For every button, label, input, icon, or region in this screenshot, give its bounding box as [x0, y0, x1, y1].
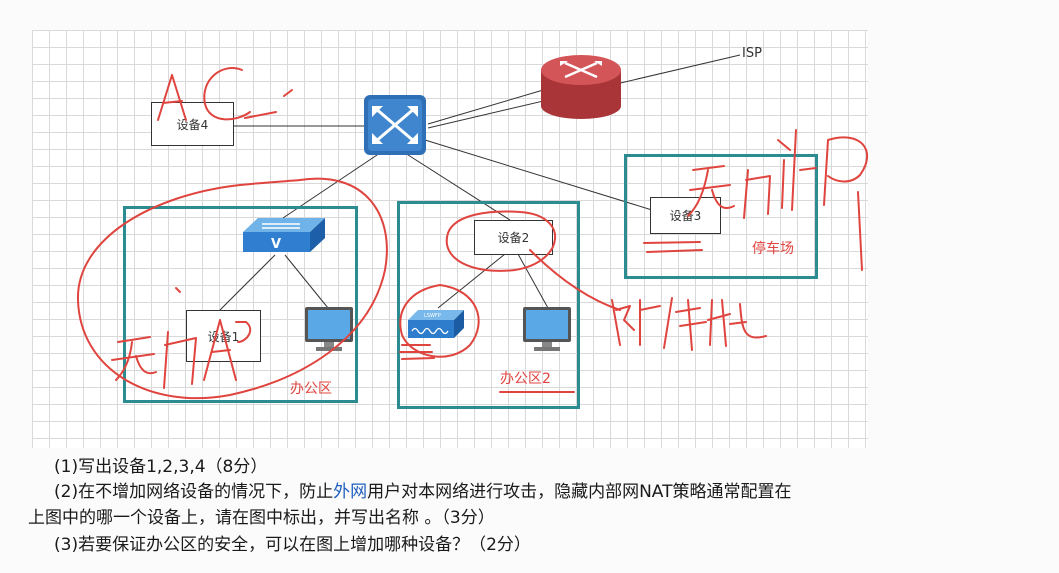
edge-router-icon [541, 55, 621, 119]
question-2-text-after: 用户对本网络进行攻击，隐藏内部网NAT策略通常配置在 [367, 482, 792, 502]
device3-box: 设备3 [650, 197, 721, 234]
core-router-icon [364, 95, 426, 155]
zone-office [123, 206, 358, 403]
zone-office-label: 办公区 [290, 381, 332, 397]
link-core-device3 [424, 139, 653, 211]
question-2-line2: 上图中的哪一个设备上，请在图中标出，并写出名称 。（3分） [28, 506, 495, 530]
device4-box: 设备4 [151, 102, 234, 146]
zone-parking-label: 停车场 [752, 241, 794, 257]
outer-network-link[interactable]: 外网 [333, 482, 367, 502]
question-1: (1)写出设备1,2,3,4（8分） [54, 455, 267, 479]
link-core-router [427, 87, 551, 125]
question-3: (3)若要保证办公区的安全，可以在图上增加哪种设备？（2分） [54, 533, 531, 557]
question-2: (2)在不增加网络设备的情况下，防止外网用户对本网络进行攻击，隐藏内部网NAT策… [54, 480, 792, 504]
question-3-text: (3)若要保证办公区的安全，可以在图上增加哪种设备？（2分） [54, 535, 531, 555]
question-2-text-line2: 上图中的哪一个设备上，请在图中标出，并写出名称 。（3分） [28, 508, 495, 528]
question-2-text-before: (2)在不增加网络设备的情况下，防止 [54, 482, 334, 502]
device1-box: 设备1 [186, 310, 261, 362]
isp-label: ISP [742, 46, 762, 61]
question-1-text: (1)写出设备1,2,3,4（8分） [54, 457, 268, 477]
device2-box: 设备2 [474, 220, 553, 255]
zone-office2-label: 办公区2 [500, 371, 551, 387]
